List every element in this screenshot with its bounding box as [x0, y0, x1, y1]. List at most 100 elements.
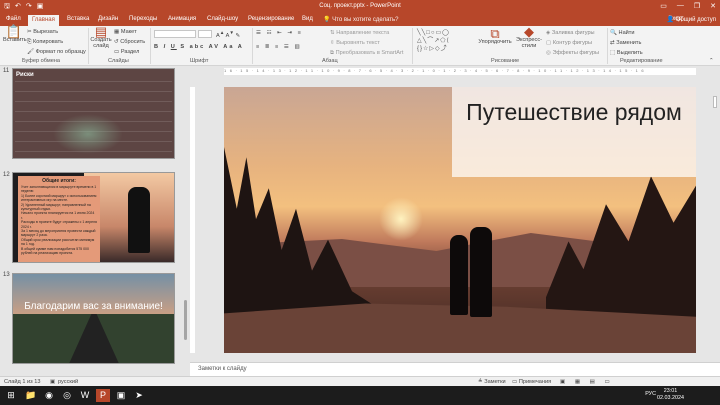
new-slide-button[interactable]: ▤ Создать слайд: [90, 24, 112, 49]
shape-effects-button[interactable]: ◎ Эффекты фигуры: [546, 50, 599, 56]
divider: [607, 28, 608, 64]
ribbon-tabs: Файл Главная Вставка Дизайн Переходы Ани…: [0, 14, 720, 26]
telegram-icon[interactable]: ➤: [132, 389, 146, 402]
spellcheck-icon[interactable]: ▣: [50, 379, 55, 385]
sun-image: [379, 197, 423, 241]
cut-button[interactable]: ✂ Вырезать: [27, 29, 58, 35]
divider: [252, 28, 253, 64]
person-silhouette: [470, 227, 492, 317]
font-size-grow-icon[interactable]: A▲ A▼ ✎: [216, 30, 240, 39]
person-silhouette: [450, 235, 468, 315]
styles-icon: ◆: [524, 24, 534, 39]
tab-review[interactable]: Рецензирование: [248, 16, 294, 22]
format-painter-button[interactable]: 🖌 Формат по образцу: [27, 49, 86, 55]
app-icon[interactable]: ▣: [114, 389, 128, 402]
reset-button[interactable]: ↺ Сбросить: [114, 39, 145, 45]
tab-design[interactable]: Дизайн: [98, 16, 118, 22]
windows-start-icon[interactable]: ⊞: [4, 389, 18, 402]
divider: [412, 28, 413, 64]
list-item: 1) Более короткий маршрут с использовани…: [21, 193, 97, 203]
list-item: Расходы в проекте будут отражены с 1 апр…: [21, 220, 97, 229]
text-direction-button[interactable]: ⇅ Направление текста: [330, 30, 389, 36]
tab-slideshow[interactable]: Слайд-шоу: [207, 16, 238, 22]
clipboard-icon: 📋: [5, 24, 23, 39]
slide-number: 13: [3, 272, 10, 278]
explorer-icon[interactable]: 📁: [24, 389, 38, 402]
thanks-text: Благодарим вас за внимание!: [24, 301, 163, 312]
current-slide[interactable]: Путешествие рядом: [224, 87, 696, 353]
comments-toggle[interactable]: ▭ Примечания: [512, 379, 551, 385]
system-clock[interactable]: 23:01 02.03.2024: [657, 388, 684, 402]
shape-fill-button[interactable]: ◈ Заливка фигуры: [546, 30, 595, 36]
font-size-field[interactable]: [198, 30, 212, 38]
word-icon[interactable]: W: [78, 389, 92, 402]
group-slides: Слайды: [108, 58, 129, 64]
status-bar: Слайд 1 из 13 ▣ русский ≜ Заметки ▭ Прим…: [0, 376, 720, 386]
new-slide-icon: ▤: [94, 24, 108, 39]
paragraph-align-buttons[interactable]: ≡ ≣ ≡ ☰ ▥: [256, 44, 302, 50]
group-paragraph: Абзац: [322, 58, 338, 64]
minimize-icon[interactable]: —: [677, 2, 684, 10]
list-item: За 1 месяц до мероприятия провести кажды…: [21, 229, 96, 238]
shape-outline-button[interactable]: ▢ Контур фигуры: [546, 40, 592, 46]
window-title: Соц. проект.pptx - PowerPoint: [319, 3, 401, 9]
powerpoint-icon[interactable]: P: [96, 389, 110, 402]
smartart-button[interactable]: ⧉ Преобразовать в SmartArt: [330, 50, 403, 57]
find-button[interactable]: 🔍 Найти: [610, 30, 635, 36]
paste-button[interactable]: 📋 Вставить: [3, 24, 27, 43]
lightbulb-icon: 💡: [323, 17, 331, 23]
person-icon: 👤: [666, 17, 675, 23]
tab-transitions[interactable]: Переходы: [129, 16, 157, 22]
slide-title[interactable]: Путешествие рядом: [452, 97, 696, 127]
horizontal-ruler: 16·15·14·13·12·11·10·9·8·7·6·5·4·3·2·1·0…: [224, 68, 696, 75]
input-language[interactable]: РУС: [645, 391, 656, 397]
editor-scrollbar[interactable]: [711, 86, 719, 356]
slide-thumbnail-12[interactable]: Общие итоги: Учет заполняющихся в маршру…: [12, 172, 175, 263]
ribbon-display-icon[interactable]: ▭: [660, 2, 667, 10]
arrange-button[interactable]: ⧉ Упорядочить: [477, 27, 513, 45]
paragraph-list-buttons[interactable]: ☰ ☷ ⇤ ⇥ ≡: [256, 30, 303, 36]
tab-animations[interactable]: Анимация: [168, 16, 196, 22]
font-format-buttons[interactable]: B I U S abc AV Aa A: [154, 44, 244, 50]
section-button[interactable]: ▭ Раздел: [114, 49, 139, 55]
share-button[interactable]: 👤 Общий доступ: [667, 16, 716, 23]
tab-view[interactable]: Вид: [302, 16, 313, 22]
divider: [88, 28, 89, 64]
slide-thumbnail-13[interactable]: Благодарим вас за внимание!: [12, 273, 175, 364]
font-name-field[interactable]: [154, 30, 196, 38]
slide-heading: Риски: [16, 72, 34, 78]
divider: [150, 28, 151, 64]
tell-me-search[interactable]: 💡 Что вы хотите сделать?: [323, 16, 398, 23]
quick-styles-button[interactable]: ◆ Экспресс-стили: [514, 24, 544, 49]
slide-number: 12: [3, 172, 10, 178]
tab-file[interactable]: Файл: [6, 16, 21, 22]
close-icon[interactable]: ✕: [710, 2, 716, 10]
list-item: Начало проекта планируется на 1 июня 202…: [21, 211, 95, 220]
list-item: В общей сумме нам понадобится 575 000 ру…: [21, 246, 89, 256]
maximize-icon[interactable]: ❐: [694, 2, 700, 10]
select-button[interactable]: ⬚ Выделить: [610, 50, 643, 56]
align-text-button[interactable]: ⇳ Выровнять текст: [330, 40, 380, 46]
tab-insert[interactable]: Вставка: [67, 16, 89, 22]
list-item: Общий срок реализации рассчитан минимум …: [21, 237, 95, 247]
thumbnails-scrollbar[interactable]: [184, 300, 187, 340]
chrome-icon[interactable]: ◎: [60, 389, 74, 402]
scroll-thumb[interactable]: [713, 96, 717, 108]
notes-placeholder: Заметки к слайду: [198, 366, 247, 372]
browser-icon[interactable]: ◉: [42, 389, 56, 402]
group-clipboard: Буфер обмена: [22, 58, 61, 64]
collapse-ribbon-icon[interactable]: ⌃: [709, 58, 714, 64]
slide-thumbnail-11[interactable]: Риски: [12, 68, 175, 159]
vertical-ruler: [190, 87, 195, 353]
replace-button[interactable]: ⇄ Заменить: [610, 40, 641, 46]
shapes-gallery[interactable]: ╲╲□○▭◯ △╲⌒↗⬠⟨ {}☆▷◇⤴: [417, 29, 473, 54]
slide-counter: Слайд 1 из 13: [4, 379, 41, 385]
layout-button[interactable]: ▦ Макет: [114, 29, 137, 35]
tab-home[interactable]: Главная: [28, 15, 59, 26]
copy-button[interactable]: ⎘ Копировать: [27, 39, 63, 46]
language-indicator[interactable]: русский: [58, 379, 78, 385]
view-buttons[interactable]: ▣ ▦ ▤ ▭: [560, 379, 614, 385]
windows-taskbar: ⊞ 📁 ◉ ◎ W P ▣ ➤ 23:01 02.03.2024 РУС: [0, 386, 720, 405]
slide-heading: Общие итоги:: [42, 178, 76, 184]
notes-toggle[interactable]: ≜ Заметки: [478, 379, 506, 385]
